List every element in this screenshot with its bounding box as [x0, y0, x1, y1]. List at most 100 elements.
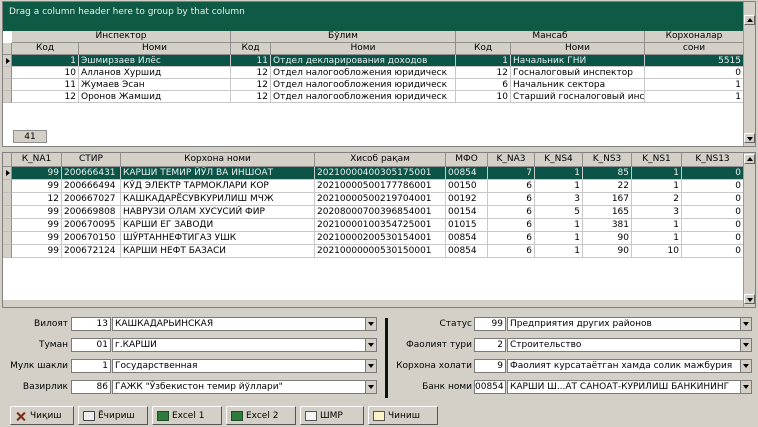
table-cell[interactable]: 00854	[446, 167, 488, 180]
table-cell[interactable]: 1	[535, 180, 583, 193]
table-cell[interactable]: ШЎРТАННЕФТИГАЗ УШК	[121, 232, 315, 245]
district-combo[interactable]: г.КАРШИ	[112, 338, 377, 352]
col-enterprise-count[interactable]: сони	[645, 43, 744, 55]
band-position[interactable]: Мансаб	[456, 31, 645, 43]
table-cell[interactable]: 10	[12, 67, 79, 79]
ministry-combo[interactable]: ГАЖК "Ўзбекистон темир йўллари"	[112, 380, 377, 394]
table-cell[interactable]: 99	[12, 206, 62, 219]
col-department-name[interactable]: Номи	[271, 43, 456, 55]
table-cell[interactable]: 00154	[446, 206, 488, 219]
row-indicator[interactable]	[3, 193, 12, 206]
activity-type-combo[interactable]: Строительство	[507, 338, 752, 352]
table-cell[interactable]: 1	[535, 167, 583, 180]
inspector-grid[interactable]: Drag a column header here to group by th…	[2, 1, 756, 147]
dropdown-button[interactable]	[740, 339, 751, 351]
table-cell[interactable]: 12	[231, 67, 271, 79]
table-cell[interactable]: 0	[682, 167, 744, 180]
row-indicator[interactable]	[3, 180, 12, 193]
table-cell[interactable]: КАШКАДАРЁСУВКУРИЛИШ МЧЖ	[121, 193, 315, 206]
table-cell[interactable]: 12	[12, 91, 79, 103]
table-cell[interactable]: 1	[645, 79, 744, 91]
band-department[interactable]: Бўлим	[231, 31, 456, 43]
table-cell[interactable]: 6	[488, 245, 535, 258]
table-cell[interactable]: 200666494	[62, 180, 121, 193]
table-cell[interactable]: 00854	[446, 232, 488, 245]
wmp-button[interactable]: ШМР	[300, 406, 364, 425]
col-k-ns13[interactable]: K_NS13	[682, 153, 744, 167]
table-cell[interactable]: 2	[632, 193, 682, 206]
row-indicator[interactable]	[3, 55, 12, 67]
table-cell[interactable]: 12	[456, 67, 511, 79]
scroll-up-button[interactable]	[744, 15, 755, 25]
group-by-panel[interactable]: Drag a column header here to group by th…	[3, 2, 755, 31]
col-k-ns3[interactable]: K_NS3	[583, 153, 632, 167]
col-department-code[interactable]: Код	[231, 43, 271, 55]
table-cell[interactable]: 12	[231, 91, 271, 103]
table-cell[interactable]: Отдел налогообложения юридическ	[271, 79, 456, 91]
table-cell[interactable]: 99	[12, 167, 62, 180]
activity-type-code-field[interactable]: 2	[474, 338, 506, 352]
table-cell[interactable]: 85	[583, 167, 632, 180]
print-button[interactable]: Ёчириш	[78, 406, 148, 425]
dropdown-button[interactable]	[365, 339, 376, 351]
table-cell[interactable]: 1	[632, 180, 682, 193]
table-cell[interactable]: 0	[645, 67, 744, 79]
table-cell[interactable]: 6	[488, 193, 535, 206]
exit-button[interactable]: Чиқиш	[10, 406, 74, 425]
table-cell[interactable]: КАРШИ ТЕМИР ЙЎЛ ВА ИНШОАТ	[121, 167, 315, 180]
row-indicator[interactable]	[3, 67, 12, 79]
table-cell[interactable]: 99	[12, 180, 62, 193]
table-cell[interactable]: НАВРУЗИ ОЛАМ ХУСУСИЙ ФИР	[121, 206, 315, 219]
table-cell[interactable]: 0	[682, 219, 744, 232]
band-inspector[interactable]: Инспектор	[12, 31, 231, 43]
col-stir[interactable]: СТИР	[62, 153, 121, 167]
table-cell[interactable]: 1	[12, 55, 79, 67]
table-cell[interactable]: 00192	[446, 193, 488, 206]
table-cell[interactable]: 20208000700396854001	[315, 206, 446, 219]
table-cell[interactable]: Алланов Хуршид	[79, 67, 231, 79]
table-cell[interactable]: 200667027	[62, 193, 121, 206]
dropdown-button[interactable]	[365, 360, 376, 372]
check-button[interactable]: Чиниш	[368, 406, 438, 425]
table-cell[interactable]: 00854	[446, 245, 488, 258]
enterprise-state-combo[interactable]: Фаолият курсатаётган хамда солик мажбури…	[507, 359, 752, 373]
table-cell[interactable]: Отдел налогообложения юридическ	[271, 67, 456, 79]
table-cell[interactable]: 1	[535, 219, 583, 232]
table-cell[interactable]: Госналоговый инспектор	[511, 67, 645, 79]
dropdown-button[interactable]	[740, 360, 751, 372]
table-cell[interactable]: КЎД ЭЛЕКТР ТАРМОКЛАРИ КОР	[121, 180, 315, 193]
status-combo[interactable]: Предприятия других районов	[507, 317, 752, 331]
table-cell[interactable]: 20210000400305175001	[315, 167, 446, 180]
table-cell[interactable]: 200666431	[62, 167, 121, 180]
excel2-button[interactable]: Excel 2	[226, 406, 296, 425]
table-cell[interactable]: 90	[583, 232, 632, 245]
table-cell[interactable]: 0	[682, 193, 744, 206]
table-cell[interactable]: 01015	[446, 219, 488, 232]
table-cell[interactable]: 99	[12, 219, 62, 232]
table-cell[interactable]: 3	[535, 193, 583, 206]
table-cell[interactable]: 12	[12, 193, 62, 206]
table-cell[interactable]: КАРШИ ЕГ ЗАВОДИ	[121, 219, 315, 232]
table-cell[interactable]: 6	[456, 79, 511, 91]
row-indicator[interactable]	[3, 206, 12, 219]
row-indicator[interactable]	[3, 91, 12, 103]
table-cell[interactable]: 1	[632, 219, 682, 232]
enterprise-state-code-field[interactable]: 9	[474, 359, 506, 373]
top-grid-scrollbar[interactable]	[743, 2, 755, 146]
table-cell[interactable]: 11	[12, 79, 79, 91]
col-inspector-code[interactable]: Код	[12, 43, 79, 55]
row-indicator[interactable]	[3, 232, 12, 245]
table-cell[interactable]: 0	[682, 245, 744, 258]
ministry-code-field[interactable]: 86	[71, 380, 111, 394]
table-cell[interactable]: 1	[535, 232, 583, 245]
table-cell[interactable]: 1	[645, 91, 744, 103]
table-cell[interactable]: Жумаев Эсан	[79, 79, 231, 91]
col-account-number[interactable]: Хисоб рақам	[315, 153, 446, 167]
table-cell[interactable]: 6	[488, 232, 535, 245]
table-cell[interactable]: 1	[456, 55, 511, 67]
table-cell[interactable]: 1	[535, 245, 583, 258]
table-cell[interactable]: 381	[583, 219, 632, 232]
bank-combo[interactable]: КАРШИ Ш...АТ САНОАТ-КУРИЛИШ БАНКИНИНГ	[507, 380, 752, 394]
horizontal-scrollbar[interactable]	[3, 300, 743, 307]
col-enterprise-name[interactable]: Корхона номи	[121, 153, 315, 167]
